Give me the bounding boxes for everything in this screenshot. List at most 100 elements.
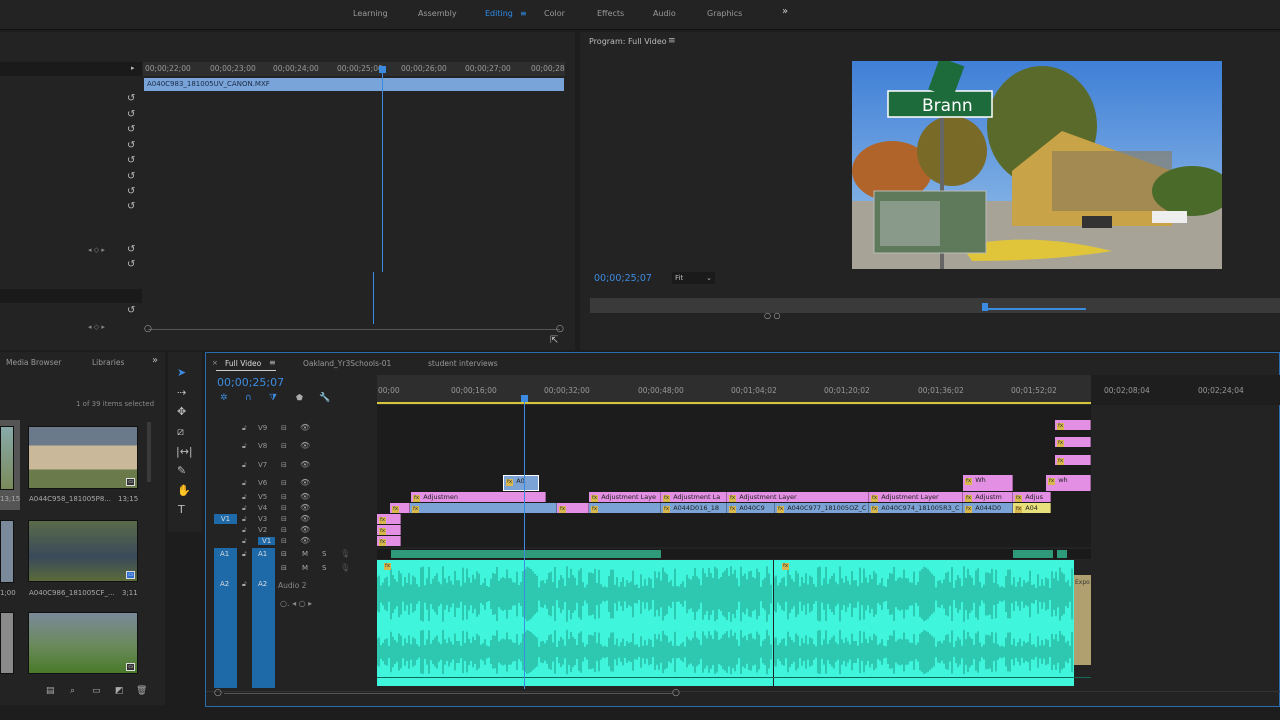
- sync-lock-icon[interactable]: ⊟: [281, 479, 287, 487]
- track-v9[interactable]: V9: [258, 424, 267, 432]
- tab-full-video[interactable]: Full Video: [225, 359, 261, 368]
- program-title[interactable]: Program: Full Video: [589, 37, 667, 46]
- source-patch-v1[interactable]: V1: [214, 514, 237, 524]
- eye-icon[interactable]: 👁︎: [300, 503, 310, 512]
- solo-a2[interactable]: S: [322, 564, 326, 572]
- thumbnail[interactable]: ▭: [28, 426, 138, 489]
- timeline-clip[interactable]: fx: [390, 503, 410, 513]
- timeline-clip[interactable]: fx Adjustment Laye: [589, 492, 661, 502]
- ec-clip-bar[interactable]: A040C983_181005UV_CANON.MXF: [144, 78, 564, 91]
- eye-icon[interactable]: 👁︎: [300, 525, 310, 534]
- timeline-clip[interactable]: fx: [377, 514, 401, 524]
- timeline-clip[interactable]: fx A04: [1013, 503, 1051, 513]
- solo-a1[interactable]: S: [322, 550, 326, 558]
- program-playhead[interactable]: [982, 303, 988, 311]
- scrollbar[interactable]: [147, 422, 151, 482]
- tab-student-interviews[interactable]: student interviews: [428, 359, 498, 368]
- thumbnail[interactable]: [0, 520, 14, 583]
- lock-icon[interactable]: 🔓︎: [242, 493, 247, 502]
- keyframe-nav[interactable]: ◂ ◇ ▸: [88, 323, 105, 331]
- thumbnail[interactable]: ▭: [28, 520, 138, 582]
- razor-tool-icon[interactable]: ⧄: [177, 425, 184, 439]
- item-name[interactable]: A040C986_181005CF_...: [29, 589, 115, 597]
- audio-clip-a2[interactable]: [773, 560, 1074, 686]
- audio-clip[interactable]: [1013, 550, 1053, 558]
- workspace-menu-icon[interactable]: ≡: [520, 9, 527, 18]
- lock-icon[interactable]: 🔓︎: [242, 461, 247, 470]
- scroll-handle-left[interactable]: ○: [144, 324, 152, 334]
- timeline-clip[interactable]: fx: [1055, 420, 1091, 430]
- tab-oakland[interactable]: Oakland_Yr3Schools-01: [303, 359, 391, 368]
- panel-menu-icon[interactable]: ≡: [269, 358, 276, 367]
- more-workspaces-button[interactable]: »: [782, 6, 788, 17]
- mic-icon[interactable]: 🎙︎: [340, 549, 350, 558]
- eye-icon[interactable]: 👁︎: [300, 441, 310, 450]
- keyframe-controls[interactable]: ○. ◂ ○ ▸: [280, 599, 312, 608]
- type-tool-icon[interactable]: T: [178, 503, 185, 516]
- workspace-audio[interactable]: Audio: [653, 9, 676, 18]
- timeline-clip[interactable]: fx Adjustmen: [411, 492, 546, 502]
- reset-icon[interactable]: ↺: [127, 244, 135, 255]
- timeline-clip[interactable]: fx: [377, 536, 401, 546]
- timeline-clip[interactable]: fx Adjustment Layer: [727, 492, 869, 502]
- timeline-clip[interactable]: fx: [557, 503, 589, 513]
- new-item-icon[interactable]: ◩: [115, 686, 124, 696]
- reset-icon[interactable]: ↺: [127, 93, 135, 104]
- timeline-clip[interactable]: fx: [589, 503, 661, 513]
- workspace-assembly[interactable]: Assembly: [418, 9, 457, 18]
- track-select-tool-icon[interactable]: ⇢: [177, 386, 186, 399]
- zoom-dropdown[interactable]: Fit ⌄: [672, 272, 715, 284]
- lock-icon[interactable]: 🔓︎: [242, 537, 247, 546]
- timeline-clip[interactable]: fx A040C974_181005R3_C: [869, 503, 963, 513]
- lock-icon[interactable]: 🔓︎: [242, 580, 247, 589]
- eye-icon[interactable]: 👁︎: [300, 423, 310, 432]
- sync-lock-icon[interactable]: ⊟: [281, 526, 287, 534]
- timeline-clip[interactable]: fx: [410, 503, 557, 513]
- eye-icon[interactable]: 👁︎: [300, 536, 310, 545]
- workspace-color[interactable]: Color: [544, 9, 565, 18]
- lock-icon[interactable]: 🔓︎: [242, 526, 247, 535]
- ripple-edit-tool-icon[interactable]: ✥: [177, 405, 186, 418]
- sync-lock-icon[interactable]: ⊟: [281, 550, 287, 558]
- timeline-timecode[interactable]: 00;00;25;07: [217, 376, 284, 389]
- new-bin-icon[interactable]: ▭: [92, 686, 101, 696]
- zoom-handles[interactable]: ○ ○: [764, 311, 781, 320]
- sync-lock-icon[interactable]: ⊟: [281, 442, 287, 450]
- ec-playhead[interactable]: [382, 66, 383, 272]
- reset-icon[interactable]: ↺: [127, 259, 135, 270]
- track-v8[interactable]: V8: [258, 442, 267, 450]
- timeline-clip[interactable]: fx Adjustm: [963, 492, 1013, 502]
- eye-icon[interactable]: 👁︎: [300, 478, 310, 487]
- panel-menu-icon[interactable]: ≡: [668, 36, 676, 46]
- workspace-graphics[interactable]: Graphics: [707, 9, 742, 18]
- timeline-clip[interactable]: fx wh: [1046, 475, 1091, 491]
- wrench-icon[interactable]: 🔧: [319, 393, 330, 403]
- sync-lock-icon[interactable]: ⊟: [281, 537, 287, 545]
- sync-lock-icon[interactable]: ⊟: [281, 493, 287, 501]
- reset-icon[interactable]: ↺: [127, 140, 135, 151]
- sync-lock-icon[interactable]: ⊟: [281, 504, 287, 512]
- timeline-clip[interactable]: fx A044D0: [963, 503, 1013, 513]
- target-audio[interactable]: [252, 548, 275, 688]
- lock-icon[interactable]: 🔓︎: [242, 424, 247, 433]
- zoom-scroll-left[interactable]: ○: [214, 688, 222, 698]
- timeline-clip[interactable]: fx: [1055, 437, 1091, 447]
- linked-selection-icon[interactable]: ⧩: [269, 393, 277, 403]
- sync-lock-icon[interactable]: ⊟: [281, 564, 287, 572]
- close-tab-icon[interactable]: ×: [212, 359, 218, 367]
- track-a1[interactable]: A1: [258, 550, 267, 558]
- expand-arrow-icon[interactable]: ▸: [131, 64, 135, 72]
- lock-icon[interactable]: 🔓︎: [242, 515, 247, 524]
- selection-tool-icon[interactable]: ➤: [177, 366, 186, 379]
- timeline-clip[interactable]: fx A040C9: [727, 503, 775, 513]
- thumbnail[interactable]: [0, 426, 14, 490]
- mute-a2[interactable]: M: [302, 564, 308, 572]
- audio-clip-a2[interactable]: [376, 560, 773, 686]
- workspace-effects[interactable]: Effects: [597, 9, 624, 18]
- pen-tool-icon[interactable]: ✎: [177, 464, 186, 477]
- eye-icon[interactable]: 👁︎: [300, 514, 310, 523]
- timeline-clip[interactable]: fx Wh: [963, 475, 1013, 491]
- sync-lock-icon[interactable]: ⊟: [281, 515, 287, 523]
- keyframe-nav[interactable]: ◂ ◇ ▸: [88, 246, 105, 254]
- program-timecode[interactable]: 00;00;25;07: [594, 273, 652, 284]
